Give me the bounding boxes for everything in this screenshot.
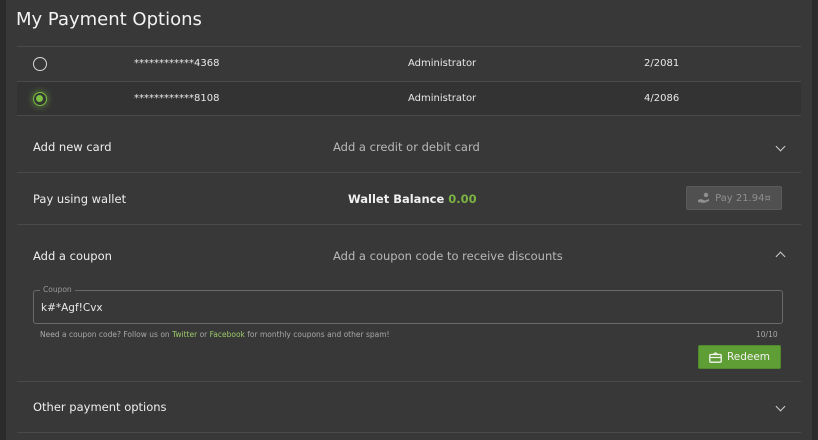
card-number: ************4368 [134, 58, 220, 69]
card-row[interactable]: ************4368 Administrator 2/2081 [17, 47, 801, 81]
pay-button-label: Pay 21.94¤ [715, 192, 771, 204]
card-radio-selected[interactable] [33, 92, 47, 106]
card-number: ************8108 [134, 93, 220, 104]
chevron-down-icon[interactable] [775, 141, 786, 152]
page-title: My Payment Options [16, 9, 202, 30]
card-row-selected[interactable]: ************8108 Administrator 4/2086 [17, 82, 801, 116]
wallet-balance-label: Wallet Balance [348, 192, 445, 206]
card-radio-unselected[interactable] [33, 57, 47, 71]
coupon-description: Add a coupon code to receive discounts [333, 249, 563, 263]
card-role: Administrator [408, 93, 477, 104]
payment-options-panel: My Payment Options ************4368 Admi… [5, 0, 813, 440]
divider [17, 432, 801, 433]
card-expiry: 4/2086 [644, 93, 680, 104]
wallet-label: Pay using wallet [33, 192, 127, 206]
coupon-field[interactable]: Coupon [33, 285, 783, 324]
coupon-label: Add a coupon [33, 249, 112, 263]
hint-text: or [197, 330, 210, 339]
hand-coin-icon [698, 192, 710, 203]
wallet-balance-value: 0.00 [448, 192, 477, 206]
twitter-link[interactable]: Twitter [172, 330, 197, 339]
add-card-label: Add new card [33, 140, 112, 154]
add-card-description: Add a credit or debit card [333, 140, 480, 154]
redeem-label: Redeem [726, 351, 771, 363]
chevron-up-icon[interactable] [775, 251, 786, 262]
hint-text: for monthly coupons and other spam! [244, 330, 390, 339]
gift-card-icon [709, 351, 722, 363]
hint-text: Need a coupon code? Follow us on [40, 330, 173, 339]
other-payment-label: Other payment options [33, 400, 167, 414]
divider [17, 381, 801, 382]
coupon-char-count: 10/10 [756, 330, 778, 339]
pay-wallet-button[interactable]: Pay 21.94¤ [686, 186, 782, 210]
facebook-link[interactable]: Facebook [210, 330, 245, 339]
card-expiry: 2/2081 [644, 58, 680, 69]
chevron-down-icon[interactable] [775, 401, 786, 412]
divider [17, 224, 801, 225]
wallet-balance: Wallet Balance 0.00 [348, 192, 477, 206]
divider [17, 115, 801, 116]
coupon-input[interactable] [41, 302, 741, 314]
card-role: Administrator [408, 58, 477, 69]
redeem-button[interactable]: Redeem [698, 345, 781, 369]
divider [17, 172, 801, 173]
coupon-hint: Need a coupon code? Follow us on Twitter… [40, 330, 390, 339]
coupon-field-legend: Coupon [40, 285, 75, 294]
